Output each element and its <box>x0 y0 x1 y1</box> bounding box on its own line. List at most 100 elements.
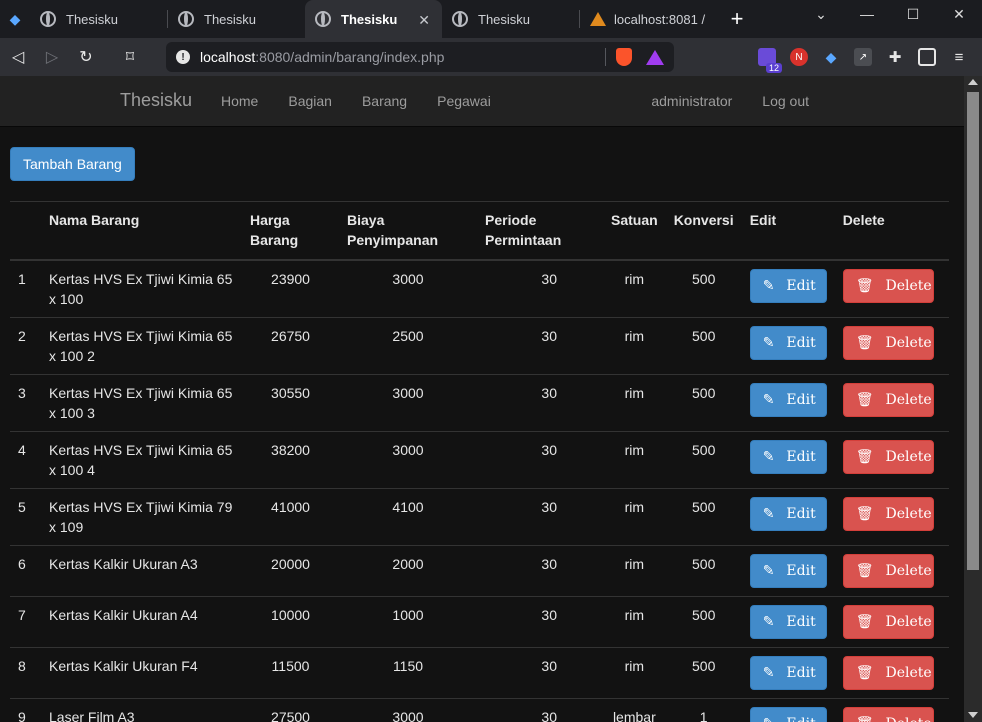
browser-tab[interactable]: Thesisku <box>30 0 167 38</box>
delete-button[interactable]: 🗑 Delete <box>842 554 934 588</box>
cell-biaya: 1150 <box>339 647 477 699</box>
edit-label: Edit <box>786 278 816 294</box>
navbar-brand[interactable]: Thesisku <box>120 90 192 111</box>
reload-icon[interactable]: ↻ <box>70 41 102 73</box>
cell-biaya: 3000 <box>339 431 477 489</box>
browser-tab[interactable]: Thesisku <box>442 0 579 38</box>
edit-button[interactable]: ✎ Edit <box>749 656 827 690</box>
delete-button[interactable]: 🗑 Delete <box>842 497 934 531</box>
globe-icon <box>40 11 56 27</box>
delete-label: Delete <box>885 335 932 351</box>
page-scrollbar[interactable] <box>964 76 982 722</box>
wallet-icon[interactable] <box>918 48 936 66</box>
edit-button[interactable]: ✎ Edit <box>749 383 827 417</box>
cell-edit: ✎ Edit <box>741 317 835 375</box>
edit-label: Edit <box>786 665 816 681</box>
maximize-icon[interactable]: ☐ <box>890 0 936 28</box>
nav-user[interactable]: administrator <box>636 93 747 109</box>
edit-button[interactable]: ✎ Edit <box>749 554 827 588</box>
browser-tab[interactable]: localhost:8081 / m <box>580 0 717 38</box>
forward-icon[interactable]: ▷ <box>36 41 68 73</box>
puzzle-icon[interactable]: ✚ <box>886 48 904 66</box>
extension-icon[interactable]: 12 <box>758 48 782 73</box>
cell-periode: 30 <box>477 596 603 648</box>
minimize-icon[interactable]: — <box>844 0 890 28</box>
cell-satuan: lembar <box>603 698 666 722</box>
cell-nama-barang: Kertas HVS Ex Tjiwi Kimia 65 x 100 2 <box>41 317 242 375</box>
add-barang-button[interactable]: Tambah Barang <box>10 147 135 181</box>
scrollbar-thumb[interactable] <box>967 92 979 570</box>
delete-button[interactable]: 🗑 Delete <box>842 440 934 474</box>
pencil-icon: ✎ <box>762 563 775 579</box>
edit-button[interactable]: ✎ Edit <box>749 497 827 531</box>
nav-link-bagian[interactable]: Bagian <box>273 93 347 109</box>
close-tab-icon[interactable]: ✕ <box>418 12 430 29</box>
extension-icon[interactable]: ◆ <box>822 48 840 66</box>
brave-menu-icon[interactable]: ◆ <box>0 0 30 38</box>
new-tab-button[interactable]: + <box>717 0 757 38</box>
nav-link-pegawai[interactable]: Pegawai <box>422 93 506 109</box>
cell-biaya: 2500 <box>339 317 477 375</box>
table-row: 2 Kertas HVS Ex Tjiwi Kimia 65 x 100 2 267… <box>10 317 949 375</box>
delete-button[interactable]: 🗑 Delete <box>842 707 934 722</box>
cell-biaya: 3000 <box>339 698 477 722</box>
cell-satuan: rim <box>603 317 666 375</box>
cell-periode: 30 <box>477 698 603 722</box>
delete-button[interactable]: 🗑 Delete <box>842 656 934 690</box>
header-harga-barang: Harga Barang <box>242 201 339 261</box>
edit-label: Edit <box>786 614 816 630</box>
extension-icon[interactable]: N <box>790 48 808 66</box>
tab-search-icon[interactable]: ⌄ <box>798 0 844 28</box>
edit-button[interactable]: ✎ Edit <box>749 269 827 303</box>
trash-icon: 🗑 <box>855 506 874 522</box>
delete-button[interactable]: 🗑 Delete <box>842 269 934 303</box>
menu-icon[interactable]: ≡ <box>950 48 968 66</box>
cell-edit: ✎ Edit <box>741 698 835 722</box>
delete-label: Delete <box>885 665 932 681</box>
edit-button[interactable]: ✎ Edit <box>749 440 827 474</box>
browser-tab-active[interactable]: Thesisku ✕ <box>305 0 442 38</box>
pencil-icon: ✎ <box>762 665 775 681</box>
nav-logout[interactable]: Log out <box>747 93 824 109</box>
cell-konversi: 500 <box>665 545 742 597</box>
cell-edit: ✎ Edit <box>741 647 835 699</box>
cell-periode: 30 <box>477 259 603 318</box>
cell-edit: ✎ Edit <box>741 374 835 432</box>
cell-nama-barang: Laser Film A3 <box>41 698 242 722</box>
nav-link-barang[interactable]: Barang <box>347 93 422 109</box>
edit-button[interactable]: ✎ Edit <box>749 326 827 360</box>
back-icon[interactable]: ◁ <box>2 41 34 73</box>
cell-satuan: rim <box>603 259 666 318</box>
edit-button[interactable]: ✎ Edit <box>749 605 827 639</box>
nav-link-home[interactable]: Home <box>206 93 273 109</box>
table-row: 6 Kertas Kalkir Ukuran A3 20000 2000 30 rim 50… <box>10 545 949 597</box>
cell-nama-barang: Kertas Kalkir Ukuran A3 <box>41 545 242 597</box>
address-bar[interactable]: ! localhost:8080/admin/barang/index.php <box>166 42 674 72</box>
cell-periode: 30 <box>477 431 603 489</box>
trash-icon: 🗑 <box>856 714 874 722</box>
cell-nama-barang: Kertas HVS Ex Tjiwi Kimia 65 x 100 3 <box>41 374 242 432</box>
delete-button[interactable]: 🗑 Delete <box>842 605 934 639</box>
delete-button[interactable]: 🗑 Delete <box>842 326 934 360</box>
table-row: 4 Kertas HVS Ex Tjiwi Kimia 65 x 100 4 382… <box>10 431 949 489</box>
bookmark-icon[interactable]: ⌑ <box>114 41 146 73</box>
edit-button[interactable]: ✎ Edit <box>749 707 827 722</box>
browser-tab[interactable]: Thesisku <box>168 0 305 38</box>
scroll-up-icon[interactable] <box>968 79 978 85</box>
trash-icon: 🗑 <box>855 563 874 579</box>
brave-shields-icon[interactable] <box>616 48 632 66</box>
header-no <box>10 201 41 261</box>
delete-button[interactable]: 🗑 Delete <box>842 383 934 417</box>
url-path: :8080/admin/barang/index.php <box>255 49 445 65</box>
brave-rewards-icon[interactable] <box>646 49 664 65</box>
scroll-down-icon[interactable] <box>968 712 978 718</box>
cell-no: 8 <box>10 647 41 699</box>
extension-icon[interactable]: ↗ <box>854 48 872 66</box>
site-info-icon[interactable]: ! <box>176 50 190 64</box>
close-window-icon[interactable]: ✕ <box>936 0 982 28</box>
cell-delete: 🗑 Delete <box>834 596 949 648</box>
cell-no: 3 <box>10 374 41 432</box>
cell-edit: ✎ Edit <box>741 596 835 648</box>
cell-periode: 30 <box>477 488 603 546</box>
globe-icon <box>452 11 468 27</box>
